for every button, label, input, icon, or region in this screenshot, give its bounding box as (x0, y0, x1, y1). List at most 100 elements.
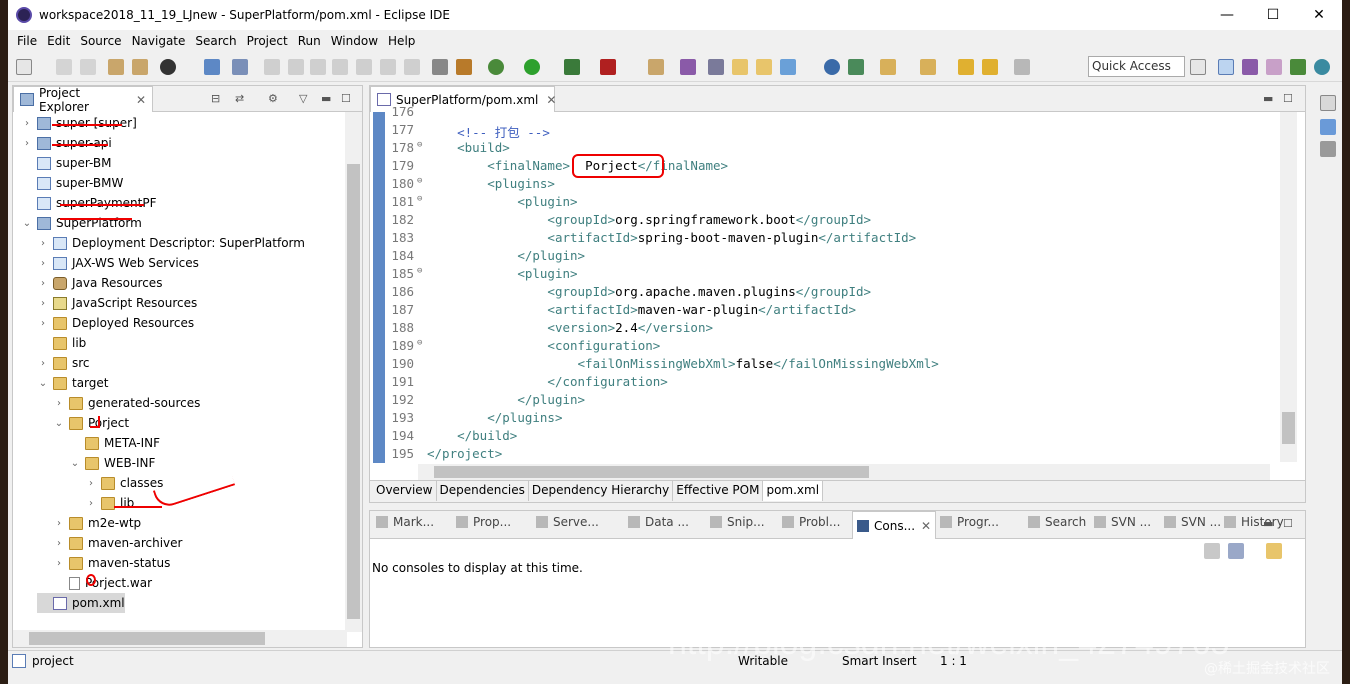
tree-item[interactable]: › Deployment Descriptor: SuperPlatform (37, 233, 305, 253)
collapsed-chevron-icon[interactable]: › (37, 358, 49, 369)
collapsed-chevron-icon[interactable]: › (37, 298, 49, 309)
collapsed-chevron-icon[interactable]: › (37, 278, 49, 289)
tree-item[interactable]: › JavaScript Resources (37, 293, 197, 313)
view-tab[interactable]: Data ... (628, 515, 689, 529)
tree-item[interactable]: › maven-archiver (53, 533, 182, 553)
tree-item[interactable]: › maven-status (53, 553, 170, 573)
tab-project-explorer[interactable]: Project Explorer ✕ (13, 86, 153, 114)
globe-icon[interactable] (824, 59, 840, 75)
tree-item[interactable]: META-INF (69, 433, 160, 453)
collapsed-chevron-icon[interactable]: › (85, 498, 97, 509)
page-tab-effective-pom[interactable]: Effective POM (673, 481, 764, 501)
page-tab-dependency-hierarchy[interactable]: Dependency Hierarchy (529, 481, 674, 501)
prev-annotation-icon[interactable] (920, 59, 936, 75)
task-list-icon[interactable] (1320, 141, 1336, 157)
coverage-icon[interactable] (564, 59, 580, 75)
code-line[interactable]: 182 <groupId> org.springframework.boot </g… (385, 212, 871, 230)
collapsed-chevron-icon[interactable]: › (53, 538, 65, 549)
team-perspective-icon[interactable] (1314, 59, 1330, 75)
tree-item[interactable]: ⌄ WEB-INF (69, 453, 156, 473)
team-icon[interactable] (848, 59, 864, 75)
save-all-icon[interactable] (80, 59, 96, 75)
view-tab[interactable]: SVN ... (1164, 515, 1221, 529)
tree-item[interactable]: pom.xml (37, 593, 125, 613)
maximize-view-icon[interactable]: ☐ (341, 92, 351, 105)
editor-vertical-scrollbar[interactable] (1280, 112, 1297, 462)
tree-item[interactable]: › generated-sources (53, 393, 200, 413)
close-editor-icon[interactable]: ✕ (546, 93, 556, 107)
java-perspective-icon[interactable] (1242, 59, 1258, 75)
code-line[interactable]: 179 <finalName> Porject </finalName> (385, 158, 728, 176)
minimize-console-icon[interactable]: ▬ (1263, 517, 1273, 530)
view-tab[interactable]: Snip... (710, 515, 765, 529)
view-tab[interactable]: Mark... (376, 515, 434, 529)
save-icon[interactable] (56, 59, 72, 75)
link-with-editor-icon[interactable]: ⇄ (235, 92, 244, 105)
outline-icon[interactable] (1320, 119, 1336, 135)
debug-icon[interactable] (488, 59, 504, 75)
suspend-icon[interactable] (288, 59, 304, 75)
maximize-button[interactable]: ☐ (1250, 0, 1296, 30)
new-icon[interactable] (16, 59, 32, 75)
build-icon[interactable] (108, 59, 124, 75)
code-line[interactable]: 177 <!-- 打包 --> (385, 122, 549, 140)
code-line[interactable]: 190 <failOnMissingWebXml> false </failOnMi… (385, 356, 938, 374)
view-tab[interactable]: Progr... (940, 515, 999, 529)
code-line[interactable]: 194 </build> (385, 428, 517, 446)
expanded-chevron-icon[interactable]: ⌄ (53, 418, 65, 429)
expanded-chevron-icon[interactable]: ⌄ (69, 458, 81, 469)
disconnect-icon[interactable] (332, 59, 348, 75)
code-line[interactable]: 191 </configuration> (385, 374, 667, 392)
resume-icon[interactable] (264, 59, 280, 75)
collapsed-chevron-icon[interactable]: › (37, 318, 49, 329)
tree-item[interactable]: Porject.war (53, 573, 152, 593)
external-tools-icon[interactable] (600, 59, 616, 75)
last-edit-icon[interactable] (958, 59, 974, 75)
minimize-editor-icon[interactable]: ▬ (1263, 92, 1273, 105)
new-class-icon[interactable] (680, 59, 696, 75)
view-menu-icon[interactable]: ▽ (299, 92, 307, 105)
expanded-chevron-icon[interactable]: ⌄ (21, 218, 33, 229)
code-line[interactable]: 178 ⊖ <build> (385, 140, 509, 158)
view-tab[interactable]: Prop... (456, 515, 511, 529)
view-tab[interactable]: Cons... ✕ (852, 511, 937, 539)
maximize-editor-icon[interactable]: ☐ (1283, 92, 1293, 105)
svn-perspective-icon[interactable] (1266, 59, 1282, 75)
expanded-chevron-icon[interactable]: ⌄ (37, 378, 49, 389)
menu-navigate[interactable]: Navigate (127, 34, 191, 48)
step-return-icon[interactable] (404, 59, 420, 75)
new-package-icon[interactable] (708, 59, 724, 75)
toggle-breakpoint-icon[interactable] (456, 59, 472, 75)
fold-toggle-icon[interactable]: ⊖ (417, 140, 427, 158)
collapsed-chevron-icon[interactable]: › (85, 478, 97, 489)
view-tab[interactable]: Search (1028, 515, 1086, 529)
terminal-icon[interactable] (204, 59, 220, 75)
menu-help[interactable]: Help (383, 34, 420, 48)
editor-scroll-thumb[interactable] (1282, 412, 1295, 444)
tree-item[interactable]: lib (37, 333, 86, 353)
tree-item[interactable]: ⌄ target (37, 373, 109, 393)
build-all-icon[interactable] (132, 59, 148, 75)
collapsed-chevron-icon[interactable]: › (53, 398, 65, 409)
page-tab-overview[interactable]: Overview (373, 481, 437, 501)
display-console-icon[interactable] (1228, 543, 1244, 559)
close-console-icon[interactable]: ✕ (921, 519, 931, 533)
step-over-icon[interactable] (380, 59, 396, 75)
profile-icon[interactable] (160, 59, 176, 75)
debug-perspective-icon[interactable] (1290, 59, 1306, 75)
code-line[interactable]: 183 <artifactId> spring-boot-maven-plugin… (385, 230, 916, 248)
open-task-icon[interactable] (756, 59, 772, 75)
back-icon[interactable] (982, 59, 998, 75)
tree-item[interactable]: › lib (85, 493, 134, 513)
view-tab[interactable]: SVN ... (1094, 515, 1151, 529)
open-perspective-icon[interactable] (1190, 59, 1206, 75)
run-icon[interactable] (524, 59, 540, 75)
minimize-button[interactable]: — (1204, 0, 1250, 30)
code-line[interactable]: 193 </plugins> (385, 410, 562, 428)
code-line[interactable]: 180 ⊖ <plugins> (385, 176, 555, 194)
fold-toggle-icon[interactable]: ⊖ (417, 338, 427, 356)
restore-icon[interactable] (1320, 95, 1336, 111)
collapse-all-icon[interactable]: ⊟ (211, 92, 220, 105)
open-type-icon[interactable] (732, 59, 748, 75)
use-step-filters-icon[interactable] (432, 59, 448, 75)
